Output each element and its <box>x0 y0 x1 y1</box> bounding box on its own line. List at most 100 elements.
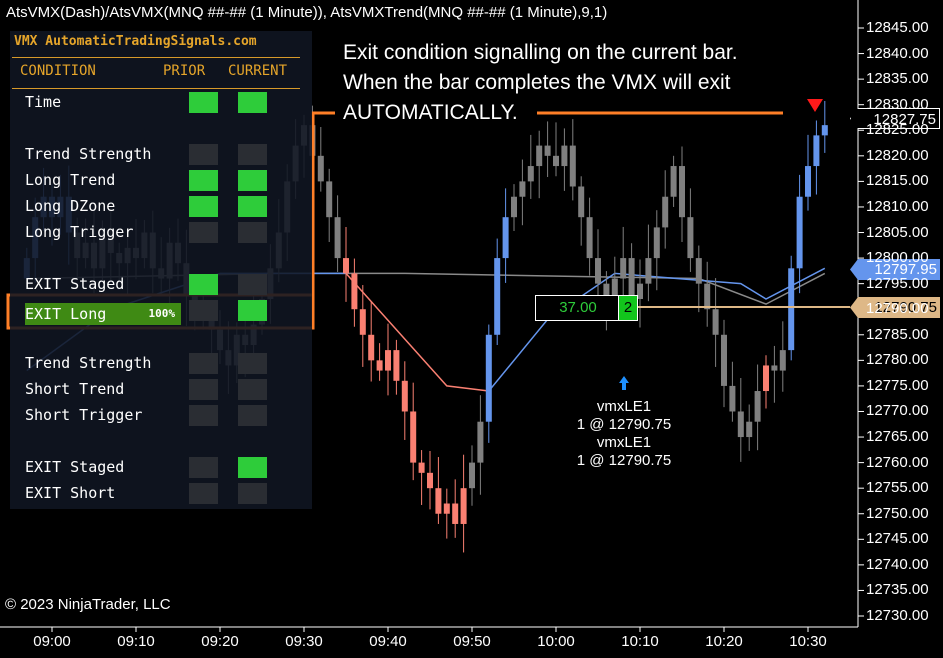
time-tick-label: 10:30 <box>789 633 827 650</box>
price-tick-label: 12805.00 <box>866 223 929 241</box>
annotation-line: When the bar completes the VMX will exit <box>343 71 731 94</box>
candle-body <box>712 309 719 335</box>
position-pnl[interactable]: 37.00 <box>535 295 621 321</box>
row-label: Trend Strength <box>25 145 152 163</box>
price-tick-label: 12845.00 <box>866 19 929 36</box>
candle-body <box>779 350 786 371</box>
candle-body <box>813 135 820 167</box>
exit-signal-triangle-icon <box>807 99 823 112</box>
prior-indicator <box>189 483 218 504</box>
candle-body <box>796 196 803 269</box>
exit-percent: 100% <box>148 307 176 320</box>
row-label: EXIT Long <box>25 305 107 323</box>
price-tick-label: 12800.00 <box>866 249 929 267</box>
candle-body <box>569 145 576 187</box>
prior-indicator <box>189 92 218 113</box>
candle-body <box>729 385 736 412</box>
row-label: Long Trigger <box>25 223 134 241</box>
divider <box>12 88 300 89</box>
time-tick-label: 09:50 <box>453 633 491 650</box>
candle-body <box>326 181 333 218</box>
candle-body <box>704 283 711 310</box>
header-prior: PRIOR <box>163 63 206 79</box>
row-label: Long Trend <box>25 171 116 189</box>
candle-body <box>427 472 433 489</box>
candle-body <box>334 217 341 259</box>
row-label: EXIT Staged <box>25 458 125 476</box>
row-label: Short Trigger <box>25 406 143 424</box>
candle-body <box>561 145 568 167</box>
candle-body <box>502 217 509 259</box>
price-tick-label: 12745.00 <box>866 530 929 548</box>
candle-body <box>805 166 811 197</box>
prior-indicator <box>189 353 218 374</box>
time-tick-label: 09:30 <box>285 633 323 650</box>
current-indicator <box>238 274 267 295</box>
price-tick-label: 12755.00 <box>866 479 929 497</box>
candle-body <box>679 166 685 218</box>
divider <box>12 57 300 58</box>
candle-body <box>586 217 593 259</box>
panel-title: VMX AutomaticTradingSignals.com <box>14 34 257 49</box>
time-tick-label: 09:20 <box>201 633 239 650</box>
prior-indicator <box>189 300 218 321</box>
candle-body <box>376 360 383 371</box>
buy-arrow-icon <box>619 376 629 390</box>
candle-body <box>460 488 467 524</box>
row-label: EXIT Short <box>25 484 116 502</box>
prior-indicator <box>189 405 218 426</box>
prior-indicator <box>189 170 218 191</box>
candle-body <box>687 217 694 259</box>
current-indicator <box>238 300 267 321</box>
candle-body <box>578 186 585 218</box>
price-tick-label: 12815.00 <box>866 172 929 190</box>
annotation-line: AUTOMATICALLY. <box>343 101 518 124</box>
price-tick-label: 12790.00 <box>866 300 929 318</box>
price-tick-label: 12750.00 <box>866 504 929 522</box>
current-indicator <box>238 170 267 191</box>
time-tick-label: 09:10 <box>117 633 155 650</box>
price-tick-label: 12835.00 <box>866 70 929 88</box>
price-tick-label: 12795.00 <box>866 274 929 292</box>
trade-name: vmxLE1 <box>596 398 652 415</box>
candle-body <box>494 258 501 335</box>
price-tick-label: 12830.00 <box>866 95 929 113</box>
current-indicator <box>238 379 267 400</box>
price-tick-label: 12760.00 <box>866 453 929 471</box>
candle-body <box>511 196 517 218</box>
price-tick-label: 12840.00 <box>866 44 929 62</box>
candle-body <box>821 125 828 136</box>
candle-body <box>317 155 324 182</box>
candle-body <box>452 503 459 524</box>
candle-body <box>443 503 450 514</box>
candle-body <box>485 334 492 422</box>
candle-body <box>410 411 417 463</box>
time-tick-label: 10:10 <box>621 633 659 650</box>
current-indicator <box>238 405 267 426</box>
signal-line-down <box>345 272 489 392</box>
candle-body <box>737 411 744 438</box>
candle-body <box>662 196 669 228</box>
candle-body <box>653 227 660 259</box>
price-tick-label: 12775.00 <box>866 376 929 394</box>
candle-body <box>469 462 475 489</box>
candle-body <box>519 181 526 197</box>
candle-body <box>401 380 408 412</box>
row-label: Short Trend <box>25 380 125 398</box>
prior-indicator <box>189 379 218 400</box>
signal-panel: VMX AutomaticTradingSignals.com CONDITIO… <box>10 31 312 509</box>
price-tick-label: 12810.00 <box>866 197 929 215</box>
candle-body <box>771 365 778 371</box>
position-quantity[interactable]: 2 <box>618 295 638 321</box>
current-indicator <box>238 196 267 217</box>
candle-body <box>695 258 702 284</box>
price-tick-label: 12765.00 <box>866 428 929 446</box>
candle-body <box>620 258 627 279</box>
candle-body <box>763 365 769 392</box>
candle-body <box>746 421 753 438</box>
candle-body <box>670 166 677 197</box>
time-tick-label: 10:20 <box>705 633 743 650</box>
candle-body <box>595 258 601 284</box>
candle-body <box>343 258 349 274</box>
price-tick-label: 12740.00 <box>866 555 929 573</box>
